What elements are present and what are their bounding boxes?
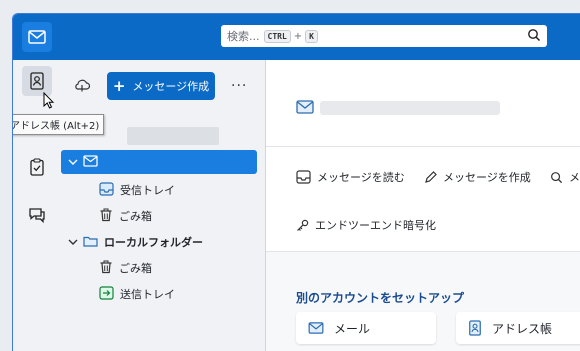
- address-book-icon: [469, 320, 481, 336]
- folder-trash[interactable]: ごみ箱: [99, 204, 152, 228]
- setup-addressbook-label: アドレス帳: [492, 321, 553, 336]
- tasks-space-button[interactable]: [22, 152, 52, 182]
- folder-account-row[interactable]: [61, 150, 257, 174]
- get-messages-icon[interactable]: [73, 78, 91, 95]
- top-toolbar: 検索... CTRL + K: [13, 14, 580, 60]
- folder-outbox[interactable]: 送信トレイ: [99, 282, 175, 306]
- search-messages-label: メ: [569, 171, 580, 184]
- e2e-encryption-label: エンドツーエンド暗号化: [315, 219, 436, 232]
- folder-pane: + メッセージ作成 ··· 受信トレイ ごみ箱 ローカルフォルダー ごみ箱 送信…: [59, 60, 266, 351]
- search-icon: [551, 171, 563, 183]
- setup-mail-card[interactable]: メール: [296, 312, 436, 344]
- search-icon[interactable]: [527, 28, 541, 45]
- inbox-icon: [99, 181, 114, 199]
- shortcut-key-k: K: [305, 29, 318, 43]
- folder-local-folders[interactable]: ローカルフォルダー: [67, 230, 203, 254]
- folder-label: ごみ箱: [119, 262, 152, 275]
- shortcut-key-ctrl: CTRL: [263, 29, 291, 43]
- inbox-icon: [296, 170, 311, 184]
- chevron-down-icon[interactable]: [67, 155, 79, 169]
- compose-button[interactable]: + メッセージ作成: [107, 72, 215, 100]
- address-book-icon: [30, 72, 44, 90]
- addressbook-tooltip: アドレス帳 (Alt+2): [13, 114, 105, 135]
- more-options-button[interactable]: ···: [231, 78, 247, 94]
- setup-account-title: 別のアカウントをセットアップ: [296, 291, 465, 305]
- search-messages-link[interactable]: メ: [550, 169, 580, 185]
- folder-icon: [83, 235, 98, 250]
- pencil-icon: [425, 170, 437, 183]
- folder-inbox[interactable]: 受信トレイ: [99, 178, 175, 202]
- setup-addressbook-card[interactable]: アドレス帳: [456, 312, 580, 344]
- outbox-icon: [99, 285, 114, 303]
- chevron-down-icon[interactable]: [67, 235, 79, 249]
- folder-label: ローカルフォルダー: [104, 236, 203, 249]
- mail-icon: [296, 100, 314, 117]
- account-header: [266, 60, 580, 147]
- folder-label: ごみ箱: [119, 210, 152, 223]
- account-central: メッセージを読む メッセージを作成 メ エンドツーエンド暗号化 別のアカウントを…: [266, 60, 580, 351]
- plus-icon: +: [112, 77, 126, 95]
- folder-local-trash[interactable]: ごみ箱: [99, 256, 152, 280]
- compose-message-link[interactable]: メッセージを作成: [424, 169, 531, 185]
- app-window: 検索... CTRL + K + メッセージ作成 ··· 受信トレイ ごみ箱 ロ…: [12, 13, 580, 351]
- compose-message-label: メッセージを作成: [443, 171, 531, 184]
- read-messages-link[interactable]: メッセージを読む: [296, 169, 405, 185]
- mail-account-icon: [83, 154, 98, 170]
- trash-icon: [99, 208, 113, 225]
- shortcut-plus: +: [293, 30, 303, 42]
- search-input[interactable]: 検索... CTRL + K: [221, 25, 547, 47]
- search-placeholder: 検索...: [227, 30, 260, 43]
- chat-space-button[interactable]: [22, 200, 52, 230]
- read-messages-label: メッセージを読む: [317, 171, 405, 184]
- folder-label: 送信トレイ: [120, 288, 175, 301]
- chat-icon: [29, 208, 45, 224]
- trash-icon: [99, 260, 113, 277]
- mail-space-button[interactable]: [22, 22, 52, 52]
- e2e-encryption-link[interactable]: エンドツーエンド暗号化: [296, 217, 436, 233]
- key-icon: [297, 219, 309, 231]
- account-address-redacted: [320, 101, 500, 115]
- mouse-cursor-icon: [43, 91, 55, 113]
- mail-icon: [308, 322, 324, 334]
- spaces-toolbar: [13, 14, 59, 351]
- tasks-icon: [30, 158, 44, 176]
- account-name-redacted: [127, 127, 219, 145]
- mail-icon: [28, 30, 46, 44]
- setup-mail-label: メール: [334, 321, 371, 336]
- folder-label: 受信トレイ: [120, 184, 175, 197]
- compose-label: メッセージ作成: [132, 80, 210, 93]
- account-actions: メッセージを読む メッセージを作成 メ エンドツーエンド暗号化: [266, 147, 580, 252]
